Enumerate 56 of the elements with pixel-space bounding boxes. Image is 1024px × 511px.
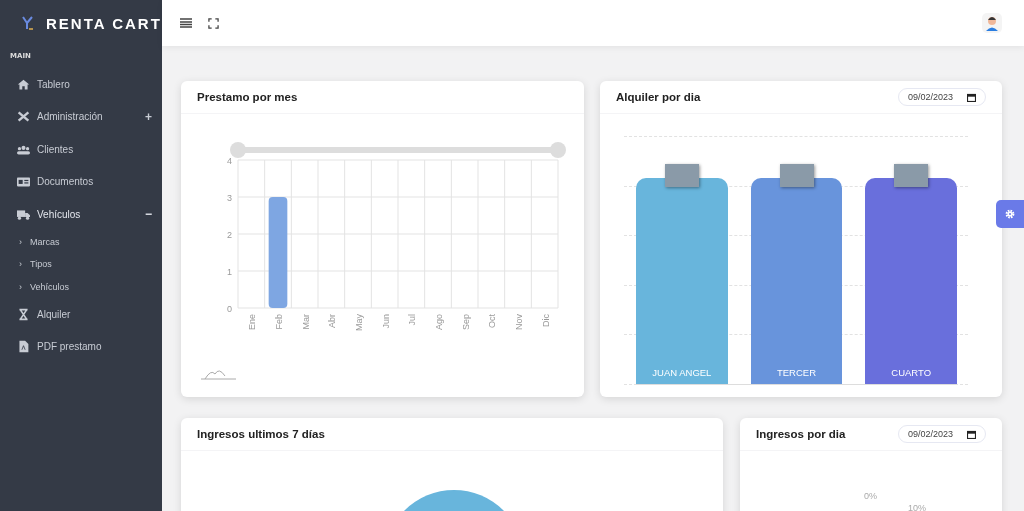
axis-tick: 2: [227, 230, 232, 240]
axis-label: Nov: [514, 314, 524, 330]
axis-label: Mar: [300, 314, 311, 330]
axis-label: Feb: [274, 314, 284, 330]
axis-label: Jul: [407, 314, 418, 326]
id-card-icon: [17, 175, 30, 189]
sidebar-item[interactable]: Documentos: [0, 165, 162, 198]
axis-tick: 3: [227, 193, 232, 203]
axis-tick: 0: [227, 304, 232, 314]
axis-label: Ene: [247, 314, 258, 330]
fullscreen-icon[interactable]: [208, 17, 219, 29]
card-title: Prestamo por mes: [197, 91, 298, 103]
truck-icon: [17, 207, 30, 221]
axis-tick: 4: [227, 156, 232, 166]
settings-button[interactable]: [996, 200, 1024, 228]
photo-placeholder: [894, 164, 929, 187]
tools-icon: [17, 110, 30, 124]
percent-label: 0%: [864, 491, 877, 501]
logo-icon: [22, 16, 34, 30]
calendar-icon: [967, 429, 976, 439]
submenu-item[interactable]: › Marcas: [0, 230, 162, 253]
axis-label: Jun: [380, 314, 391, 329]
range-slider[interactable]: [230, 142, 566, 158]
axis-label: May: [354, 314, 364, 331]
axis-label: Dic: [540, 314, 551, 327]
submenu-item[interactable]: › Vehículos: [0, 275, 162, 298]
settings-icon: [1005, 209, 1015, 219]
percent-label: 10%: [908, 503, 926, 511]
card-title: Ingresos por dia: [756, 428, 846, 440]
calendar-icon: [967, 92, 976, 102]
axis-label: Sep: [460, 314, 471, 330]
sidebar-item[interactable]: PDF prestamo: [0, 330, 162, 363]
sidebar-item[interactable]: Clientes: [0, 133, 162, 166]
chart-logo-icon: [200, 370, 237, 380]
photo-placeholder: [779, 164, 814, 187]
sidebar-item[interactable]: Tablero: [0, 68, 162, 101]
card-title: Ingresos ultimos 7 días: [197, 428, 325, 440]
avatar-icon[interactable]: [982, 13, 1002, 33]
axis-label: Abr: [327, 314, 338, 328]
sidebar-item[interactable]: Alquiler: [0, 298, 162, 331]
bar-label: CUARTO: [891, 367, 932, 378]
bar-label: TERCER: [776, 367, 817, 378]
hourglass-icon: [17, 307, 30, 321]
menu-icon[interactable]: [180, 18, 192, 28]
axis-label: Ago: [434, 314, 444, 330]
axis-tick: 1: [227, 267, 232, 277]
file-icon: [17, 340, 30, 354]
axis-label: Oct: [487, 314, 498, 328]
submenu-item[interactable]: › Tipos: [0, 253, 162, 276]
home-icon: [17, 77, 30, 91]
sidebar-item[interactable]: Vehículos −: [0, 198, 162, 231]
card-title: Alquiler por dia: [616, 91, 701, 103]
photo-placeholder: [664, 164, 699, 187]
sidebar-item[interactable]: Administración +: [0, 100, 162, 133]
brand-name: RENTA CART: [46, 14, 162, 32]
bar-label: JUAN ANGEL: [652, 367, 712, 378]
